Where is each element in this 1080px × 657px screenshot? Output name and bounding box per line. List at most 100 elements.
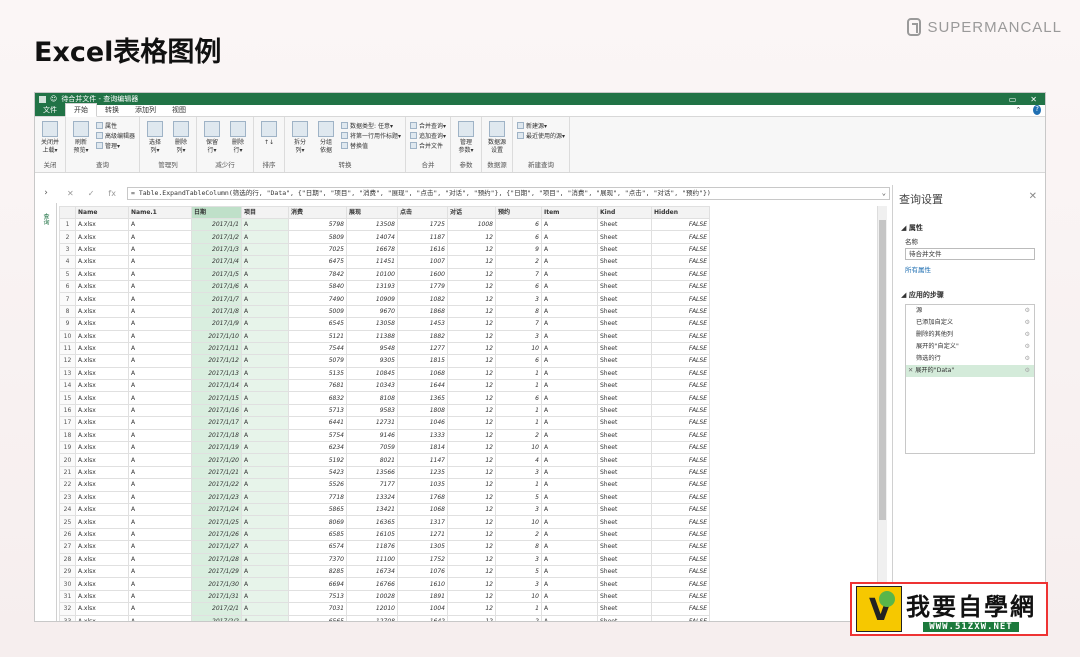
table-cell[interactable]: 1317 bbox=[397, 515, 448, 529]
table-cell[interactable]: 7031 bbox=[288, 602, 347, 616]
restore-button[interactable]: ▭ bbox=[1009, 95, 1017, 104]
table-cell[interactable]: A.xlsx bbox=[75, 366, 129, 381]
table-cell[interactable]: Sheet bbox=[597, 527, 652, 542]
table-cell[interactable]: A bbox=[541, 515, 598, 529]
table-cell[interactable]: 12 bbox=[447, 354, 496, 368]
confirm-formula-icon[interactable]: ✓ bbox=[88, 189, 95, 198]
ribbon-small-button-9-0[interactable]: 新建源▾ bbox=[517, 121, 565, 130]
table-cell[interactable]: A bbox=[541, 441, 598, 455]
table-cell[interactable]: A bbox=[128, 304, 192, 319]
table-cell[interactable]: Sheet bbox=[597, 428, 652, 443]
fx-icon[interactable]: fx bbox=[108, 189, 116, 198]
table-cell[interactable]: 14074 bbox=[346, 230, 398, 244]
ribbon-button-0-0[interactable]: 关闭并 上载▾ bbox=[39, 119, 61, 159]
table-cell[interactable]: Sheet bbox=[597, 366, 652, 381]
chevron-down-icon[interactable]: ⌄ bbox=[879, 188, 889, 199]
column-header[interactable]: Name bbox=[75, 206, 129, 219]
table-row[interactable]: 13 A.xlsx A 2017/1/13 A 5135 10845 1068 12 1 A Shee… bbox=[59, 366, 710, 381]
table-row[interactable]: 6 A.xlsx A 2017/1/6 A 5840 13193 1779 12 6 A Sheet F… bbox=[59, 279, 710, 294]
table-row[interactable]: 10 A.xlsx A 2017/1/10 A 5121 11388 1882 12 3 A Shee… bbox=[59, 329, 710, 343]
table-cell[interactable]: Sheet bbox=[597, 267, 652, 281]
applied-step[interactable]: 源 ⚙ bbox=[906, 305, 1034, 317]
table-cell[interactable]: 7059 bbox=[346, 441, 398, 455]
table-cell[interactable]: A bbox=[241, 589, 289, 604]
table-cell[interactable]: FALSE bbox=[651, 614, 710, 621]
ribbon-button-1-0[interactable]: 刷新 预览▾ bbox=[70, 119, 92, 159]
column-header[interactable]: 对话 bbox=[447, 206, 496, 219]
table-cell[interactable]: A.xlsx bbox=[75, 217, 129, 232]
table-cell[interactable]: A bbox=[128, 391, 192, 405]
ribbon-button-5-1[interactable]: 分组 依据 bbox=[315, 119, 337, 159]
table-cell[interactable]: 11451 bbox=[346, 255, 398, 269]
table-cell[interactable]: A bbox=[541, 379, 598, 393]
table-row[interactable]: 29 A.xlsx A 2017/1/29 A 8285 16734 1076 12 5 A Shee… bbox=[59, 564, 710, 579]
table-row[interactable]: 3 A.xlsx A 2017/1/3 A 7025 16678 1616 12 9 A Sheet F… bbox=[59, 242, 710, 257]
table-cell[interactable]: Sheet bbox=[597, 416, 652, 430]
table-cell[interactable]: Sheet bbox=[597, 317, 652, 331]
table-cell[interactable]: 12 bbox=[447, 540, 496, 554]
table-cell[interactable]: 12 bbox=[447, 416, 496, 430]
table-cell[interactable]: A bbox=[128, 230, 192, 244]
table-row[interactable]: 20 A.xlsx A 2017/1/20 A 5192 8021 1147 12 4 A Sheet… bbox=[59, 453, 710, 467]
table-cell[interactable]: 12 bbox=[447, 465, 496, 480]
table-cell[interactable]: 2017/2/1 bbox=[191, 602, 242, 616]
table-cell[interactable]: 2017/1/9 bbox=[191, 317, 242, 331]
row-number[interactable]: 29 bbox=[59, 564, 76, 579]
table-cell[interactable]: 5840 bbox=[288, 279, 347, 294]
table-cell[interactable]: Sheet bbox=[597, 242, 652, 257]
table-cell[interactable]: A bbox=[541, 230, 598, 244]
table-cell[interactable]: 12 bbox=[447, 379, 496, 393]
table-cell[interactable]: A bbox=[241, 230, 289, 244]
table-cell[interactable]: 6 bbox=[495, 354, 542, 368]
table-cell[interactable]: A.xlsx bbox=[75, 403, 129, 418]
table-cell[interactable]: Sheet bbox=[597, 577, 652, 591]
table-cell[interactable]: A.xlsx bbox=[75, 540, 129, 554]
ribbon-button-5-0[interactable]: 拆分 列▾ bbox=[289, 119, 311, 159]
column-header[interactable]: Hidden bbox=[651, 206, 710, 219]
table-cell[interactable]: A bbox=[541, 279, 598, 294]
table-cell[interactable]: A bbox=[128, 602, 192, 616]
table-cell[interactable]: 1453 bbox=[397, 317, 448, 331]
table-cell[interactable]: 12 bbox=[447, 453, 496, 467]
table-cell[interactable]: 1277 bbox=[397, 341, 448, 356]
row-number[interactable]: 7 bbox=[59, 292, 76, 306]
close-window-button[interactable]: ✕ bbox=[1030, 95, 1037, 104]
table-cell[interactable]: A bbox=[541, 267, 598, 281]
table-cell[interactable]: 12708 bbox=[346, 614, 398, 621]
row-number[interactable]: 26 bbox=[59, 527, 76, 542]
table-cell[interactable]: 11388 bbox=[346, 329, 398, 343]
table-cell[interactable]: 2017/1/13 bbox=[191, 366, 242, 381]
table-cell[interactable]: A.xlsx bbox=[75, 552, 129, 566]
table-cell[interactable]: 16678 bbox=[346, 242, 398, 257]
table-cell[interactable]: 1600 bbox=[397, 267, 448, 281]
table-cell[interactable]: 1046 bbox=[397, 416, 448, 430]
row-number[interactable]: 15 bbox=[59, 391, 76, 405]
table-cell[interactable]: A bbox=[541, 217, 598, 232]
column-header[interactable]: 消费 bbox=[288, 206, 347, 219]
table-cell[interactable]: FALSE bbox=[651, 453, 710, 467]
table-cell[interactable]: 2017/1/29 bbox=[191, 564, 242, 579]
gear-icon[interactable]: ⚙ bbox=[1024, 354, 1030, 364]
table-cell[interactable]: 12 bbox=[447, 502, 496, 517]
table-cell[interactable]: Sheet bbox=[597, 441, 652, 455]
gear-icon[interactable]: ⚙ bbox=[1024, 318, 1030, 328]
properties-heading[interactable]: ◢ 属性 bbox=[893, 219, 1045, 233]
row-number[interactable]: 21 bbox=[59, 465, 76, 480]
table-cell[interactable]: 9 bbox=[495, 242, 542, 257]
table-cell[interactable]: A.xlsx bbox=[75, 478, 129, 492]
table-cell[interactable]: 1035 bbox=[397, 478, 448, 492]
table-row[interactable]: 32 A.xlsx A 2017/2/1 A 7031 12010 1004 12 1 A Sheet… bbox=[59, 602, 710, 616]
table-cell[interactable]: 16105 bbox=[346, 527, 398, 542]
table-cell[interactable]: A bbox=[241, 441, 289, 455]
table-cell[interactable]: A bbox=[541, 366, 598, 381]
table-cell[interactable]: A bbox=[541, 527, 598, 542]
table-cell[interactable]: 2017/1/5 bbox=[191, 267, 242, 281]
table-cell[interactable]: 12731 bbox=[346, 416, 398, 430]
table-cell[interactable]: A bbox=[541, 453, 598, 467]
table-cell[interactable]: A bbox=[241, 279, 289, 294]
table-cell[interactable]: 9305 bbox=[346, 354, 398, 368]
table-cell[interactable]: 5754 bbox=[288, 428, 347, 443]
table-cell[interactable]: 5809 bbox=[288, 230, 347, 244]
table-cell[interactable]: A bbox=[128, 267, 192, 281]
table-cell[interactable]: A.xlsx bbox=[75, 292, 129, 306]
